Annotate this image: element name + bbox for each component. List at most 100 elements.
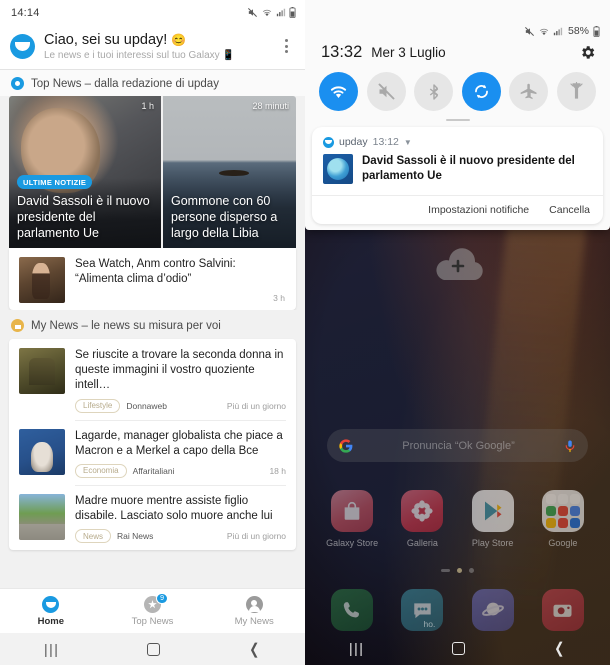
list-item[interactable]: Se riuscite a trovare la seconda donna i…	[9, 339, 296, 420]
right-phone-home-screen: 58% 13:32 Mer 3 Luglio upday 13:12 ▼ Dav…	[305, 0, 610, 665]
quick-settings-header: 13:32 Mer 3 Luglio	[305, 40, 610, 72]
hero-cards-row: 1 h ULTIME NOTIZIE David Sassoli è il nu…	[9, 96, 296, 248]
category-tag[interactable]: News	[75, 529, 112, 544]
profile-dot-icon	[11, 319, 24, 332]
cloud-add-icon[interactable]	[430, 248, 486, 282]
tab-my-news[interactable]: My News	[203, 595, 305, 627]
status-icons	[247, 7, 296, 18]
article-meta: Lifestyle Donnaweb Più di un giorno	[75, 398, 286, 413]
app-google-folder[interactable]: Google	[534, 490, 592, 548]
left-android-nav-bar: ||| ❮	[0, 633, 305, 665]
toggle-airplane-mode[interactable]	[509, 72, 549, 111]
recents-icon[interactable]: |||	[44, 641, 59, 657]
my-news-list: Se riuscite a trovare la seconda donna i…	[9, 339, 296, 551]
globe-thumbnail	[323, 154, 353, 184]
signal-icon	[553, 27, 563, 35]
panel-drag-handle[interactable]	[445, 119, 470, 121]
article-body: Se riuscite a trovare la seconda donna i…	[75, 348, 286, 413]
app-galleria[interactable]: Galleria	[393, 490, 451, 548]
google-search-bar[interactable]: Pronuncia “Ok Google”	[327, 429, 588, 462]
tab-top-news[interactable]: 9 Top News	[102, 593, 204, 627]
google-folder-icon	[541, 490, 584, 532]
hero-card-sassoli[interactable]: 1 h ULTIME NOTIZIE David Sassoli è il nu…	[9, 96, 161, 248]
tab-label: Top News	[131, 616, 174, 627]
article-thumbnail	[19, 257, 65, 303]
hero-card-gommone[interactable]: 28 minuti Gommone con 60 persone dispers…	[163, 96, 296, 248]
article-source: Affaritaliani	[132, 465, 175, 476]
dock-phone[interactable]	[323, 589, 381, 631]
notification-card[interactable]: upday 13:12 ▼ David Sassoli è il nuovo p…	[312, 127, 603, 224]
app-play-store[interactable]: Play Store	[464, 490, 522, 548]
page-title-text: Ciao, sei su upday!	[44, 32, 168, 48]
recents-icon[interactable]: |||	[349, 640, 364, 656]
left-status-bar: 14:14	[0, 0, 305, 25]
section-header-my-news: My News – le news su misura per voi	[0, 310, 305, 339]
list-item[interactable]: Lagarde, manager globalista che piace a …	[9, 419, 296, 485]
time-date-group: 13:32 Mer 3 Luglio	[321, 43, 446, 62]
upday-app-header: Ciao, sei su upday! 😊 Le news e i tuoi i…	[0, 25, 305, 70]
tab-home[interactable]: Home	[0, 595, 102, 627]
article-meta: Economia Affaritaliani 18 h	[75, 463, 286, 478]
app-galaxy-store[interactable]: Galaxy Store	[323, 490, 381, 548]
article-age: 3 h	[273, 293, 285, 303]
toggle-auto-rotate[interactable]	[461, 72, 501, 111]
app-grid: Galaxy Store Galleria Play Store Google	[305, 462, 610, 548]
list-item[interactable]: Sea Watch, Anm contro Salvini: “Alimenta…	[9, 248, 296, 310]
notification-header: upday 13:12 ▼	[312, 127, 603, 148]
qs-time: 13:32	[321, 43, 363, 61]
back-icon[interactable]: ❮	[555, 639, 565, 657]
gear-icon[interactable]	[579, 44, 596, 61]
quick-settings-toggles	[305, 72, 610, 117]
chevron-down-icon[interactable]: ▼	[404, 138, 412, 147]
home-screen-content: Pronuncia “Ok Google” Galaxy Store Galle…	[305, 230, 610, 631]
list-item[interactable]: Madre muore mentre assiste figlio disabi…	[9, 484, 296, 550]
bottom-tab-bar: Home 9 Top News My News	[0, 588, 305, 633]
app-label: Galaxy Store	[326, 538, 379, 548]
flower-icon	[401, 490, 444, 532]
article-age: 18 h	[269, 465, 286, 476]
kebab-menu-icon[interactable]	[277, 35, 295, 57]
person-icon	[203, 595, 305, 614]
dock-camera[interactable]	[534, 589, 592, 631]
feed-scroll-area[interactable]: Top News – dalla redazione di upday 1 h …	[0, 70, 305, 588]
battery-percent: 58%	[567, 25, 589, 37]
app-label: Galleria	[406, 538, 438, 548]
dock-messages[interactable]	[393, 589, 451, 631]
toggle-bluetooth[interactable]	[414, 72, 454, 111]
notification-body: David Sassoli è il nuovo presidente del …	[312, 148, 603, 195]
hero-card-body: ULTIME NOTIZIE David Sassoli è il nuovo …	[17, 172, 153, 242]
article-thumbnail	[19, 493, 65, 540]
quick-settings-panel: 58% 13:32 Mer 3 Luglio upday 13:12 ▼ Dav…	[305, 0, 610, 230]
breaking-news-badge: ULTIME NOTIZIE	[17, 175, 93, 189]
mute-icon	[248, 8, 257, 17]
star-icon: 9	[102, 593, 204, 614]
bluetooth-icon	[429, 83, 438, 100]
page-indicator	[305, 548, 610, 573]
play-triangle-icon	[471, 490, 514, 532]
category-tag[interactable]: Lifestyle	[75, 398, 121, 413]
home-icon[interactable]	[147, 642, 161, 656]
category-tag[interactable]: Economia	[75, 463, 127, 478]
app-label: Play Store	[471, 538, 514, 548]
page-dot[interactable]	[441, 569, 450, 572]
right-android-nav-bar: ||| ❮	[305, 631, 610, 665]
microphone-icon[interactable]	[563, 438, 577, 454]
search-placeholder: Pronuncia “Ok Google”	[402, 439, 515, 452]
back-icon[interactable]: ❮	[250, 640, 260, 658]
article-body: Lagarde, manager globalista che piace a …	[75, 429, 286, 478]
hero-timestamp: 1 h	[141, 101, 154, 111]
article-source: Donnaweb	[126, 400, 167, 411]
toggle-wifi[interactable]	[319, 72, 358, 111]
clear-notification-button[interactable]: Cancella	[549, 204, 590, 216]
home-icon[interactable]	[452, 641, 466, 655]
toggle-sound[interactable]	[366, 72, 406, 111]
dock-internet[interactable]	[464, 589, 522, 631]
notification-settings-button[interactable]: Impostazioni notifiche	[428, 204, 529, 216]
section-label: Top News – dalla redazione di upday	[31, 77, 219, 90]
section-label: My News – le news su misura per voi	[31, 319, 221, 332]
header-subtitle: Le news e i tuoi interessi sul tuo Galax…	[44, 50, 235, 61]
notification-actions: Impostazioni notifiche Cancella	[312, 195, 603, 224]
article-meta: News Rai News Più di un giorno	[75, 529, 286, 544]
message-icon	[401, 589, 444, 631]
toggle-flashlight[interactable]	[556, 72, 596, 111]
